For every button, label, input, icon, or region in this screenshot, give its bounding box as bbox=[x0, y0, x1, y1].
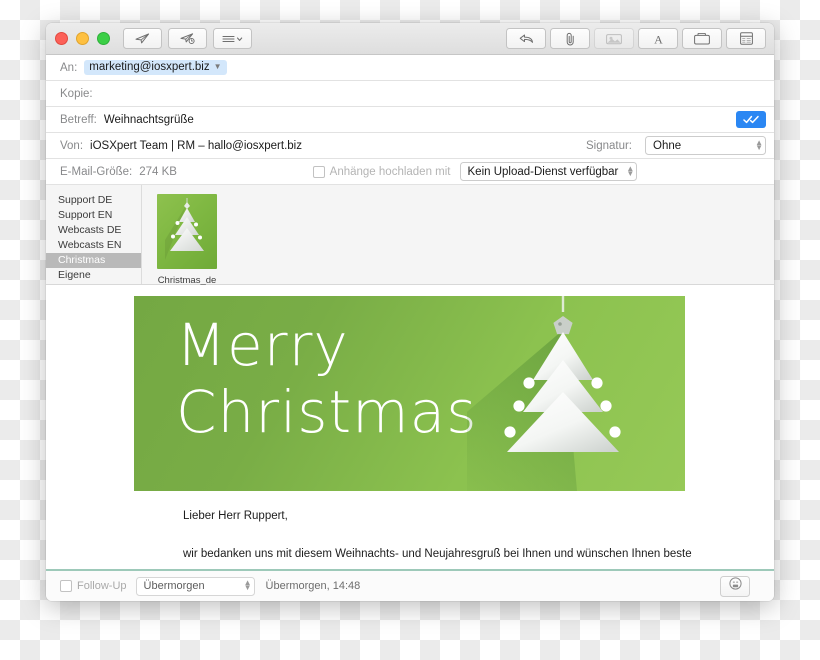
follow-up-label: Follow-Up bbox=[77, 580, 127, 592]
banner-line-1: Merry bbox=[176, 311, 349, 379]
photo-browser-button[interactable] bbox=[594, 28, 634, 49]
stationery-button[interactable] bbox=[682, 28, 722, 49]
message-body[interactable]: Merry Christmas Lieber Herr Ruppert, wir… bbox=[46, 285, 774, 569]
double-check-icon bbox=[742, 111, 760, 129]
salutation-text: Lieber Herr Ruppert, bbox=[183, 510, 288, 522]
stationery-icon bbox=[694, 32, 710, 45]
christmas-tree-thumbnail bbox=[157, 194, 217, 269]
list-chevron-icon bbox=[221, 34, 244, 44]
subject-field-row[interactable]: Betreff: Weihnachtsgrüße bbox=[46, 107, 774, 133]
category-item-webcasts-de[interactable]: Webcasts DE bbox=[46, 223, 141, 238]
traffic-lights bbox=[55, 32, 110, 45]
upload-attachments-checkbox[interactable] bbox=[312, 165, 325, 178]
format-button[interactable]: A bbox=[638, 28, 678, 49]
stepper-arrows-icon[interactable]: ▲ ▼ bbox=[755, 138, 763, 151]
chevron-down-icon[interactable]: ▼ bbox=[214, 63, 222, 71]
category-item-support-en[interactable]: Support EN bbox=[46, 208, 141, 223]
paper-plane-clock-icon bbox=[180, 33, 196, 44]
compose-header-fields: An: marketing@iosxpert.biz ▼ Kopie: Betr… bbox=[46, 55, 774, 185]
photo-icon bbox=[606, 33, 622, 45]
signature-value: Ohne bbox=[653, 139, 682, 152]
message-text[interactable]: Lieber Herr Ruppert, wir bedanken uns mi… bbox=[183, 504, 703, 569]
recipient-address: marketing@iosxpert.biz bbox=[89, 61, 210, 73]
template-thumbnail-item[interactable]: Christmas_de bbox=[157, 194, 217, 286]
to-field-row[interactable]: An: marketing@iosxpert.biz ▼ bbox=[46, 55, 774, 81]
upload-service-select[interactable]: Kein Upload-Dienst verfügbar ▲ ▼ bbox=[459, 162, 638, 181]
christmas-banner: Merry Christmas bbox=[134, 296, 685, 491]
subject-field-label: Betreff: bbox=[60, 113, 97, 126]
template-chooser: Support DE Support EN Webcasts DE Webcas… bbox=[46, 185, 774, 286]
window-titlebar: A bbox=[46, 23, 774, 55]
letter-a-icon: A bbox=[653, 33, 664, 45]
send-confirm-button[interactable] bbox=[736, 111, 766, 128]
category-item-support-de[interactable]: Support DE bbox=[46, 193, 141, 208]
close-window-button[interactable] bbox=[55, 32, 68, 45]
signature-select[interactable]: Ohne ▲ ▼ bbox=[645, 136, 766, 155]
paper-plane-icon bbox=[135, 33, 150, 44]
reply-arrow-icon bbox=[519, 33, 534, 44]
subject-field-value: Weihnachtsgrüße bbox=[103, 113, 194, 126]
upload-attachments-label: Anhänge hochladen mit bbox=[329, 165, 451, 178]
category-item-christmas[interactable]: Christmas bbox=[46, 253, 141, 268]
email-size-label: E-Mail-Größe: bbox=[60, 165, 133, 178]
template-icon bbox=[739, 32, 753, 45]
zoom-window-button[interactable] bbox=[97, 32, 110, 45]
follow-up-bar: Follow-Up Übermorgen ▲ ▼ Übermorgen, 14:4… bbox=[46, 569, 774, 601]
stepper-arrows-icon[interactable]: ▲ ▼ bbox=[626, 164, 634, 177]
signature-control: Signatur: Ohne ▲ ▼ bbox=[586, 136, 766, 155]
christmas-tree-illustration bbox=[427, 296, 667, 491]
upload-service-value: Kein Upload-Dienst verfügbar bbox=[467, 165, 619, 178]
smiley-icon bbox=[728, 577, 742, 595]
category-item-webcasts-en[interactable]: Webcasts EN bbox=[46, 238, 141, 253]
paperclip-icon bbox=[565, 32, 576, 46]
cc-field-label: Kopie: bbox=[60, 87, 93, 100]
follow-up-checkbox[interactable] bbox=[60, 580, 72, 592]
stepper-arrows-icon[interactable]: ▲ ▼ bbox=[244, 579, 252, 592]
category-item-eigene[interactable]: Eigene bbox=[46, 268, 141, 283]
follow-up-value: Übermorgen bbox=[143, 580, 205, 592]
emoji-picker-button[interactable] bbox=[720, 575, 750, 597]
from-field-row[interactable]: Von: iOSXpert Team | RM – hallo@iosxpert… bbox=[46, 133, 774, 159]
body-paragraph: wir bedanken uns mit diesem Weihnachts- … bbox=[183, 548, 692, 560]
follow-up-datetime: Übermorgen, 14:48 bbox=[265, 580, 361, 592]
signature-label: Signatur: bbox=[585, 139, 632, 152]
options-menu-button[interactable] bbox=[213, 28, 252, 49]
from-field-label: Von: bbox=[60, 139, 84, 152]
mail-compose-window: A An: marketing@iosxpert.biz ▼ Kopie: Be… bbox=[46, 23, 774, 601]
reply-button[interactable] bbox=[506, 28, 546, 49]
to-field-label: An: bbox=[60, 61, 78, 74]
size-and-upload-row: E-Mail-Größe: 274 KB Anhänge hochladen m… bbox=[46, 159, 774, 185]
attach-button[interactable] bbox=[550, 28, 590, 49]
banner-line-2: Christmas bbox=[176, 378, 478, 446]
toolbar-right-group: A bbox=[506, 28, 766, 49]
send-later-button[interactable] bbox=[168, 28, 207, 49]
minimize-window-button[interactable] bbox=[76, 32, 89, 45]
template-thumbnail-grid: Christmas_de bbox=[142, 185, 217, 286]
recipient-token[interactable]: marketing@iosxpert.biz ▼ bbox=[84, 60, 227, 75]
banner-headline: Merry Christmas bbox=[176, 312, 477, 446]
template-button[interactable] bbox=[726, 28, 766, 49]
svg-text:A: A bbox=[654, 33, 663, 45]
from-field-value: iOSXpert Team | RM – hallo@iosxpert.biz bbox=[90, 139, 302, 152]
email-size-value: 274 KB bbox=[139, 165, 177, 178]
cc-field-row[interactable]: Kopie: bbox=[46, 81, 774, 107]
follow-up-select[interactable]: Übermorgen ▲ ▼ bbox=[135, 576, 255, 596]
template-category-list: Support DE Support EN Webcasts DE Webcas… bbox=[46, 185, 142, 284]
send-now-button[interactable] bbox=[123, 28, 162, 49]
